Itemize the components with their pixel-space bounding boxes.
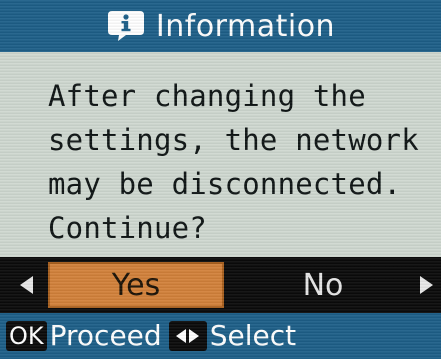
small-left-arrow-icon [176, 329, 187, 343]
no-button[interactable]: No [248, 262, 398, 308]
arrow-right-icon[interactable] [420, 276, 433, 294]
proceed-hint: Proceed [49, 319, 162, 352]
left-right-arrows-icon [168, 321, 207, 351]
choice-bar: Yes No [0, 257, 441, 313]
key-help-bar: OK Proceed Select [0, 313, 441, 359]
dialog-title: Information [155, 8, 336, 44]
info-speech-bubble-icon [106, 9, 146, 43]
printer-lcd-screen: Information After changing the settings,… [0, 0, 441, 359]
ok-key-badge: OK [6, 321, 47, 351]
message-line: settings, the network [48, 123, 419, 157]
arrow-left-icon[interactable] [20, 276, 33, 294]
small-right-arrow-icon [189, 329, 200, 343]
message-text: After changing the settings, the network… [48, 74, 428, 250]
title-bar: Information [0, 0, 441, 52]
message-line: After changing the [48, 79, 366, 113]
select-hint: Select [209, 319, 297, 352]
message-area: After changing the settings, the network… [0, 52, 441, 257]
message-line: may be disconnected. [48, 167, 402, 201]
message-line: Continue? [48, 211, 207, 245]
yes-button[interactable]: Yes [48, 262, 224, 308]
